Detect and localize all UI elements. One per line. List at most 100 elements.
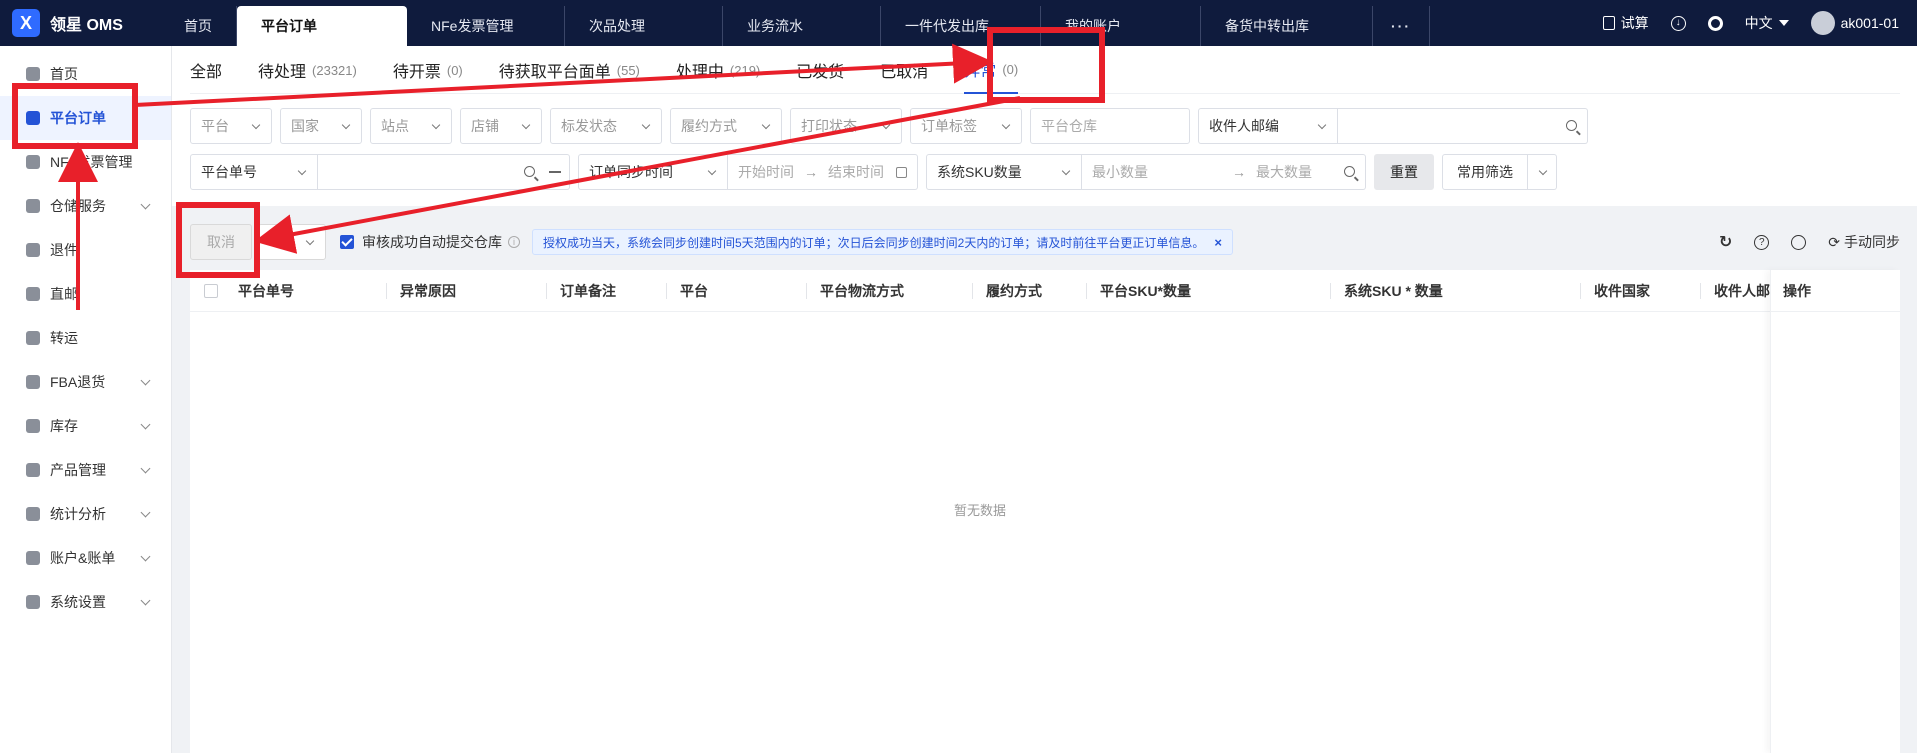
country-select[interactable]: 国家 <box>280 108 362 144</box>
column-header[interactable]: 收件国家 <box>1594 270 1650 312</box>
top-tab-defective[interactable]: 次品处理 <box>565 6 723 46</box>
tab-exception[interactable]: 异常 (0) <box>964 46 1019 94</box>
user-menu[interactable]: ak001-01 <box>1810 11 1899 35</box>
info-icon[interactable]: i <box>508 236 520 248</box>
recipient-zip-input[interactable] <box>1338 108 1588 144</box>
sync-time-select[interactable]: 订单同步时间 <box>578 154 728 190</box>
tab-shipped[interactable]: 已发货 <box>796 46 844 94</box>
sidebar-item-label: 平台订单 <box>50 110 106 126</box>
platform-warehouse-input[interactable]: 平台仓库 <box>1030 108 1190 144</box>
top-tab-more[interactable]: ··· <box>1373 6 1430 46</box>
column-header[interactable]: 平台SKU*数量 <box>1100 270 1191 312</box>
top-right-tools: 试算 ↓ 中文 ak001-01 <box>1602 0 1899 46</box>
manual-sync-label: 手动同步 <box>1844 234 1900 250</box>
search-field-select[interactable]: 收件人邮编 <box>1198 108 1338 144</box>
sidebar-item-billing[interactable]: 账户&账单 <box>0 536 171 580</box>
sidebar-item-label: 库存 <box>50 418 78 434</box>
tab-cancelled[interactable]: 已取消 <box>880 46 928 94</box>
sidebar-item-settings[interactable]: 系统设置 <box>0 580 171 624</box>
tab-pending[interactable]: 待处理 (23321) <box>258 46 357 94</box>
more-actions-dropdown[interactable] <box>258 224 326 260</box>
top-tab-business-flow[interactable]: 业务流水 <box>723 6 881 46</box>
sidebar-item-products[interactable]: 产品管理 <box>0 448 171 492</box>
help-icon[interactable]: ? <box>1754 234 1770 250</box>
inventory-icon <box>26 419 40 433</box>
common-filter-dropdown[interactable] <box>1528 154 1557 190</box>
top-tab-nfe-invoice[interactable]: NFe发票管理 <box>407 6 565 46</box>
column-header[interactable]: 履约方式 <box>986 270 1042 312</box>
common-filter-button[interactable]: 常用筛选 <box>1442 154 1528 190</box>
chevron-down-icon <box>1061 166 1071 176</box>
sidebar-item-statistics[interactable]: 统计分析 <box>0 492 171 536</box>
sidebar-item-platform-orders[interactable]: 平台订单 <box>0 96 171 140</box>
fulfill-method-placeholder: 履约方式 <box>681 118 737 134</box>
sidebar: 首页 平台订单 NFe发票管理 仓储服务 退件 直邮 转运 FBA退货 库存 产… <box>0 46 172 753</box>
sidebar-item-nfe[interactable]: NFe发票管理 <box>0 140 171 184</box>
search-icon <box>524 166 535 177</box>
trial-calc-button[interactable]: 试算 <box>1602 13 1649 33</box>
site-select[interactable]: 站点 <box>370 108 452 144</box>
ship-status-placeholder: 标发状态 <box>561 118 617 134</box>
fulfill-method-select[interactable]: 履约方式 <box>670 108 782 144</box>
column-header[interactable]: 收件人邮 <box>1714 270 1770 312</box>
close-icon[interactable]: × <box>1214 235 1222 250</box>
sidebar-item-transship[interactable]: 转运 <box>0 316 171 360</box>
brand-logo[interactable]: X 领星 OMS <box>12 9 123 37</box>
sidebar-item-fba-returns[interactable]: FBA退货 <box>0 360 171 404</box>
column-header[interactable]: 平台 <box>680 270 708 312</box>
tab-to-invoice[interactable]: 待开票 (0) <box>393 46 463 94</box>
manual-sync-button[interactable]: ⟳ 手动同步 <box>1828 232 1900 252</box>
tab-count: (219) <box>729 62 761 78</box>
settings-button[interactable] <box>1707 15 1723 31</box>
tab-label: 处理中 <box>675 64 724 81</box>
ship-status-select[interactable]: 标发状态 <box>550 108 662 144</box>
chart-icon <box>26 507 40 521</box>
top-tab-home[interactable]: 首页 <box>160 6 237 46</box>
top-tab-dropship-outbound[interactable]: 一件代发出库 <box>881 6 1041 46</box>
reset-button[interactable]: 重置 <box>1374 154 1434 190</box>
expand-icon[interactable] <box>549 171 561 173</box>
qty-range-input[interactable]: 最小数量 → 最大数量 <box>1082 154 1366 190</box>
platform-select[interactable]: 平台 <box>190 108 272 144</box>
tab-await-label[interactable]: 待获取平台面单 (55) <box>499 46 640 94</box>
sidebar-item-home[interactable]: 首页 <box>0 52 171 96</box>
sidebar-item-label: 仓储服务 <box>50 198 106 214</box>
order-tag-select[interactable]: 订单标签 <box>910 108 1022 144</box>
auto-submit-checkbox[interactable] <box>340 235 354 249</box>
order-no-field-select[interactable]: 平台单号 <box>190 154 318 190</box>
arrow-right-icon: → <box>1232 164 1246 180</box>
top-tab-platform-orders[interactable]: 平台订单 <box>237 6 407 46</box>
column-header[interactable]: 异常原因 <box>400 270 456 312</box>
shop-select[interactable]: 店铺 <box>460 108 542 144</box>
column-settings-icon[interactable] <box>1791 234 1807 250</box>
cancel-button[interactable]: 取消 <box>190 224 252 260</box>
product-icon <box>26 463 40 477</box>
search-field-label: 收件人邮编 <box>1209 118 1279 134</box>
chevron-down-icon <box>1317 120 1327 130</box>
chevron-down-icon <box>761 120 771 130</box>
sidebar-item-warehouse[interactable]: 仓储服务 <box>0 184 171 228</box>
sku-qty-select[interactable]: 系统SKU数量 <box>926 154 1082 190</box>
chevron-down-icon <box>881 120 891 130</box>
sidebar-item-returns[interactable]: 退件 <box>0 228 171 272</box>
column-divider <box>666 283 667 299</box>
date-range-input[interactable]: 开始时间 → 结束时间 <box>728 154 918 190</box>
sidebar-item-inventory[interactable]: 库存 <box>0 404 171 448</box>
tab-processing[interactable]: 处理中 (219) <box>676 46 760 94</box>
sidebar-item-direct-mail[interactable]: 直邮 <box>0 272 171 316</box>
filter-row-1: 平台 国家 站点 店铺 标发状态 履约方式 打印状态 订单标签 平台仓库 收件人… <box>190 108 1900 144</box>
select-all-checkbox[interactable] <box>204 284 218 298</box>
refresh-icon[interactable]: ↻ <box>1719 232 1732 252</box>
column-header[interactable]: 订单备注 <box>560 270 616 312</box>
chevron-down-icon <box>707 166 717 176</box>
column-header[interactable]: 平台物流方式 <box>820 270 904 312</box>
top-tab-my-account[interactable]: 我的账户 <box>1041 6 1201 46</box>
column-header[interactable]: 平台单号 <box>238 270 294 312</box>
tab-all[interactable]: 全部 <box>190 46 222 94</box>
column-header[interactable]: 系统SKU * 数量 <box>1344 270 1443 312</box>
top-tab-transfer-outbound[interactable]: 备货中转出库 <box>1201 6 1373 46</box>
order-no-input[interactable] <box>318 154 570 190</box>
download-button[interactable]: ↓ <box>1670 15 1686 31</box>
print-status-select[interactable]: 打印状态 <box>790 108 902 144</box>
language-select[interactable]: 中文 <box>1745 13 1789 33</box>
